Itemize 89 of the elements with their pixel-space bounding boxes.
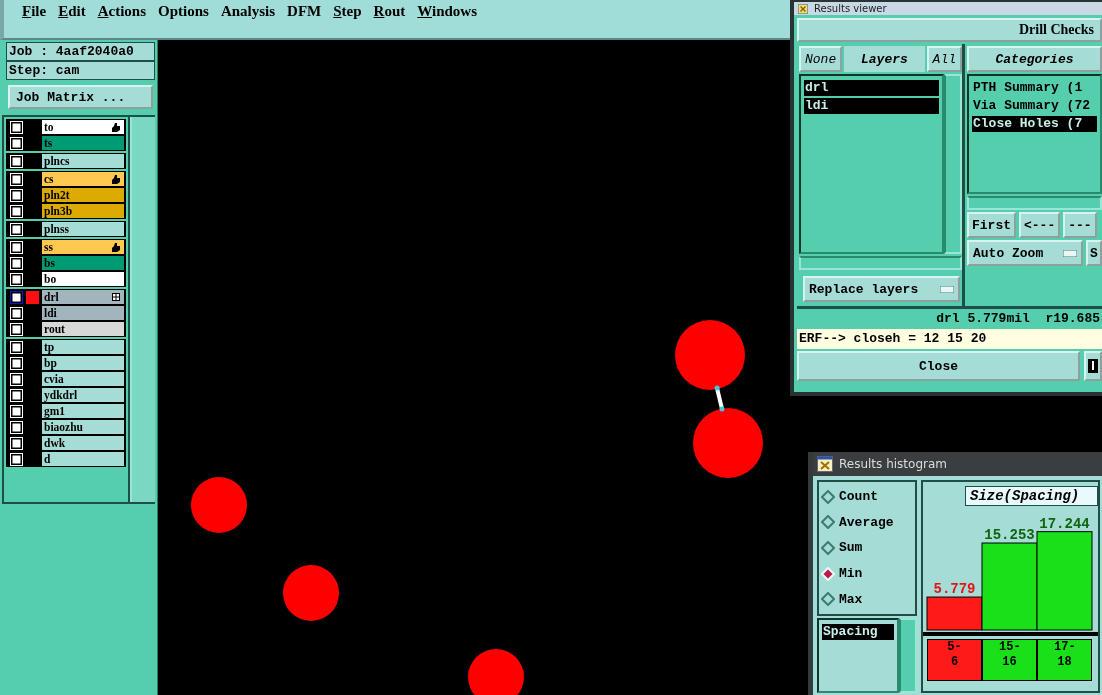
radio-button[interactable]: Min: [819, 566, 915, 582]
list-item[interactable]: Via Summary (72: [972, 98, 1097, 114]
layer-name[interactable]: pln3b: [42, 204, 124, 218]
menu-item[interactable]: Options: [152, 2, 215, 21]
drill-pad: [693, 408, 763, 478]
layer-name[interactable]: ts: [42, 136, 124, 150]
horizontal-scrollbar[interactable]: [799, 256, 962, 270]
layer-name[interactable]: ss: [42, 240, 124, 254]
layer-name[interactable]: gm1: [42, 404, 124, 418]
all-button[interactable]: All: [926, 46, 962, 72]
none-button[interactable]: None: [799, 46, 843, 72]
layer-name[interactable]: cvia: [42, 372, 124, 386]
category-label: 17-18: [1037, 639, 1092, 681]
layer-checkbox[interactable]: [10, 290, 23, 304]
layers-header: Layers: [844, 46, 925, 72]
layer-name[interactable]: biaozhu: [42, 420, 124, 434]
list-item[interactable]: Spacing: [822, 624, 894, 640]
grid-icon: [112, 293, 120, 301]
layer-name[interactable]: tp: [42, 340, 124, 354]
menu-item[interactable]: File: [16, 2, 53, 21]
layer-name[interactable]: drl: [42, 290, 124, 304]
value-label: 17.244: [1039, 515, 1090, 532]
side-button[interactable]: S: [1086, 240, 1102, 266]
radio-button[interactable]: Sum: [819, 540, 915, 556]
radio-button[interactable]: Max: [819, 591, 915, 607]
nav-button[interactable]: First: [967, 212, 1016, 238]
drill-pad: [283, 565, 339, 621]
nav-button[interactable]: ---: [1063, 212, 1097, 238]
info-icon: [1088, 359, 1098, 373]
hand-icon: [111, 174, 120, 184]
drill-pad: [468, 649, 524, 695]
layer-name[interactable]: pln2t: [42, 188, 124, 202]
close-button[interactable]: Close: [797, 351, 1080, 381]
nav-button[interactable]: <---: [1019, 212, 1061, 238]
layer-name[interactable]: rout: [42, 322, 124, 336]
category-label: 5-6: [927, 639, 982, 681]
measure-line: [714, 385, 725, 412]
drill-pad: [191, 477, 247, 533]
value-label: 5.779: [933, 581, 976, 598]
hand-icon: [111, 242, 120, 252]
radio-button[interactable]: Average: [819, 514, 915, 530]
category-label: 15-16: [982, 639, 1037, 681]
step-label: Step: cam: [6, 61, 155, 80]
menu-item[interactable]: Edit: [52, 2, 92, 21]
list-item[interactable]: drl: [804, 80, 939, 96]
x-tick-label: 5-6: [946, 640, 963, 671]
app-icon: [817, 456, 833, 472]
menu-item[interactable]: Actions: [91, 2, 153, 21]
value-label: 15.253: [984, 527, 1035, 543]
menu-item[interactable]: Analysis: [214, 2, 282, 21]
window-title: Results viewer: [814, 2, 887, 15]
app-icon: [798, 3, 808, 14]
hand-icon: [111, 122, 120, 132]
icon-button[interactable]: [1084, 351, 1102, 381]
menu-item[interactable]: DFM: [281, 2, 328, 21]
menu-item[interactable]: Step: [327, 2, 368, 21]
list-item[interactable]: ldi: [804, 98, 939, 114]
window-title: Results histogram: [839, 458, 947, 470]
layer-name[interactable]: ldi: [42, 306, 124, 320]
dropdown-mark-icon: [940, 285, 954, 293]
x-tick-label: 15-16: [999, 640, 1021, 671]
x-tick-label: 17-18: [1054, 640, 1076, 671]
vertical-scrollbar[interactable]: [899, 618, 917, 693]
layer-name[interactable]: plncs: [42, 154, 124, 168]
menu-item[interactable]: Windows: [411, 2, 484, 21]
panel-title: Drill Checks: [797, 18, 1102, 42]
categories-button[interactable]: Categories: [967, 46, 1102, 72]
layer-name[interactable]: cs: [42, 172, 124, 186]
layer-name[interactable]: ydkdrl: [42, 388, 124, 402]
menu-item[interactable]: Rout: [367, 2, 412, 21]
layer-name[interactable]: bo: [42, 272, 124, 286]
layer-name[interactable]: bs: [42, 256, 124, 270]
dropdown-mark-icon: [1063, 249, 1077, 257]
layer-name[interactable]: plnss: [42, 222, 124, 236]
job-matrix-button[interactable]: Job Matrix ...: [8, 85, 153, 109]
layer-name[interactable]: to: [42, 120, 124, 134]
list-item[interactable]: PTH Summary (1: [972, 80, 1097, 96]
chart-title-field: Size(Spacing): [965, 486, 1098, 506]
layer-name[interactable]: dwk: [42, 436, 124, 450]
layer-name[interactable]: d: [42, 452, 124, 466]
replace-layers-button[interactable]: Replace layers: [803, 276, 960, 302]
radio-button[interactable]: Count: [819, 489, 915, 505]
job-label: Job : 4aaf2040a0: [6, 42, 155, 61]
vertical-scrollbar[interactable]: [944, 74, 962, 254]
list-item[interactable]: Close Holes (7: [972, 116, 1097, 132]
drill-pad: [675, 320, 745, 390]
layer-name[interactable]: bp: [42, 356, 124, 370]
auto-zoom-button[interactable]: Auto Zoom: [967, 240, 1083, 266]
horizontal-scrollbar[interactable]: [967, 196, 1102, 210]
